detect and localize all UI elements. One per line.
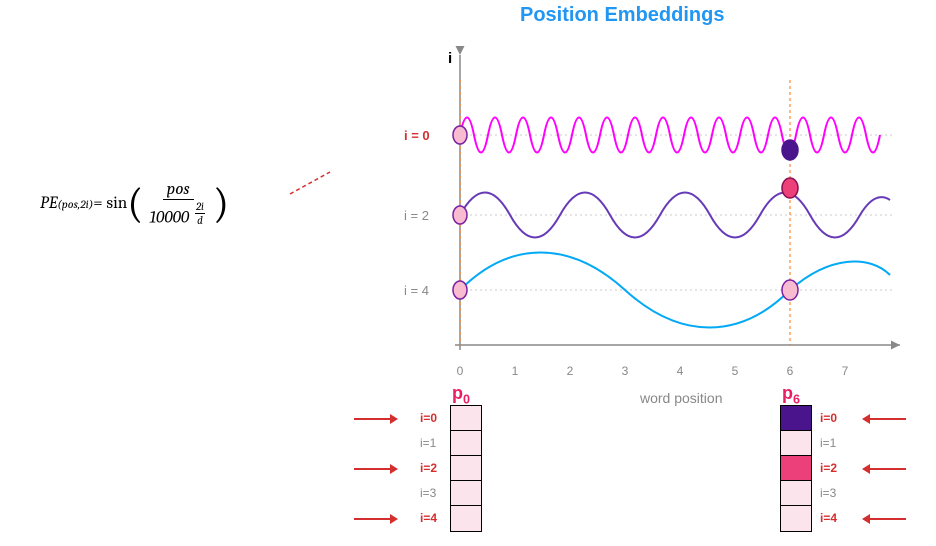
tick-5: 5 — [732, 364, 739, 378]
p6-lab-4: i=4 — [820, 511, 837, 525]
p0-cell-1 — [451, 431, 481, 456]
p6-label: p6 — [782, 383, 800, 407]
arrow-p6-i2 — [862, 461, 908, 477]
wave-label-i0: i = 0 — [404, 128, 430, 143]
arrow-p6-i4 — [862, 511, 908, 527]
p0-lab-4: i=4 — [420, 511, 437, 525]
p6-cell-1 — [781, 431, 811, 456]
arrow-p0-i2 — [352, 461, 398, 477]
p0-lab-2: i=2 — [420, 461, 437, 475]
lhs-sub: (pos,2i) — [57, 197, 93, 211]
x-axis-label: word position — [640, 390, 723, 406]
p6-lab-0: i=0 — [820, 411, 837, 425]
marker-p6-i2 — [782, 178, 798, 198]
page-title: Position Embeddings — [520, 4, 724, 27]
p6-cell-2 — [781, 456, 811, 481]
tick-0: 0 — [457, 364, 464, 378]
arrow-p0-i4 — [352, 511, 398, 527]
p6-lab-2: i=2 — [820, 461, 837, 475]
vector-p6 — [780, 405, 812, 532]
denominator: 10000 2i d — [145, 200, 211, 228]
exponent-marker — [290, 172, 334, 194]
lhs-main: PE — [40, 194, 57, 213]
numerator: pos — [163, 180, 194, 200]
pe-formula: PE (pos,2i) = sin ( pos 10000 2i d ) — [40, 180, 229, 228]
p0-lab-1: i=1 — [420, 436, 436, 450]
p6-cell-4 — [781, 506, 811, 531]
p6-lab-3: i=3 — [820, 486, 836, 500]
tick-4: 4 — [677, 364, 684, 378]
rparen: ) — [213, 183, 229, 225]
waves-chart: i i = 0 i = 2 i = 4 0 1 2 3 4 5 6 7 word… — [440, 40, 910, 360]
wave-label-i4: i = 4 — [404, 283, 429, 298]
eq-sin: = sin — [93, 194, 127, 213]
arrow-p6-i0 — [862, 411, 908, 427]
tick-6: 6 — [787, 364, 794, 378]
p0-lab-3: i=3 — [420, 486, 436, 500]
p0-cell-2 — [451, 456, 481, 481]
p6-cell-3 — [781, 481, 811, 506]
wave-label-i2: i = 2 — [404, 208, 429, 223]
p0-label: p0 — [452, 383, 470, 407]
tick-7: 7 — [842, 364, 849, 378]
p0-lab-0: i=0 — [420, 411, 437, 425]
vector-p0 — [450, 405, 482, 532]
p6-cell-0 — [781, 406, 811, 431]
marker-p0-i0 — [453, 126, 467, 144]
p0-cell-0 — [451, 406, 481, 431]
marker-p0-i2 — [453, 206, 467, 224]
arrow-p0-i0 — [352, 411, 398, 427]
marker-p6-i4 — [782, 280, 798, 300]
p0-cell-3 — [451, 481, 481, 506]
axis-i-label: i — [448, 50, 452, 67]
tick-2: 2 — [567, 364, 574, 378]
marker-p6-i0 — [782, 140, 798, 160]
chart-svg — [440, 40, 910, 370]
p0-cell-4 — [451, 506, 481, 531]
marker-p0-i4 — [453, 281, 467, 299]
main-fraction: pos 10000 2i d — [145, 180, 211, 228]
tick-1: 1 — [512, 364, 519, 378]
p6-lab-1: i=1 — [820, 436, 836, 450]
lparen: ( — [127, 183, 143, 225]
tick-3: 3 — [622, 364, 629, 378]
